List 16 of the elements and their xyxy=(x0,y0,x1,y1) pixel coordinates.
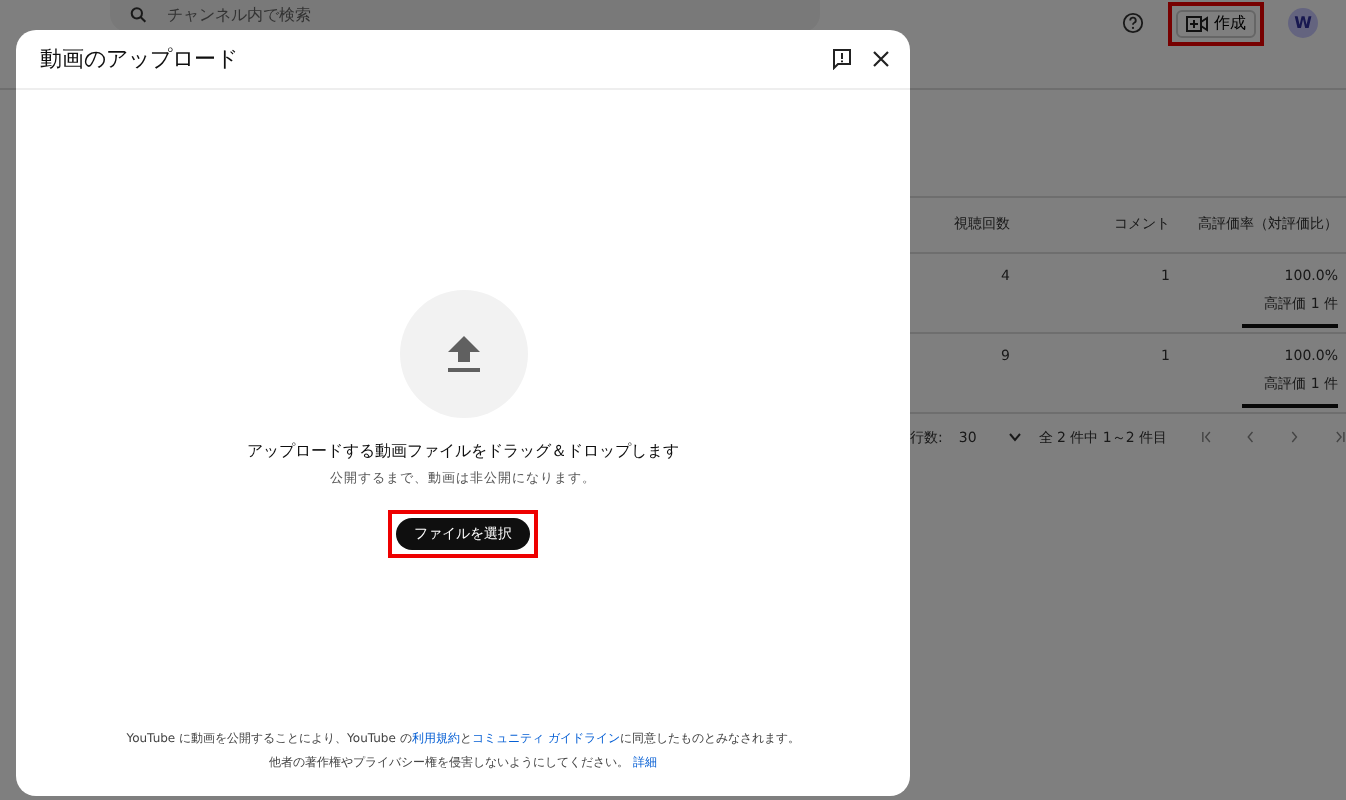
previous-page-icon[interactable] xyxy=(1243,428,1257,447)
feedback-icon[interactable] xyxy=(832,48,852,70)
create-button[interactable]: 作成 xyxy=(1176,10,1256,38)
last-page-icon[interactable] xyxy=(1333,428,1346,447)
dialog-title: 動画のアップロード xyxy=(40,45,238,73)
chevron-down-icon xyxy=(1008,432,1023,443)
search-input[interactable]: チャンネル内で検索 xyxy=(163,1,800,29)
close-icon[interactable] xyxy=(872,50,890,68)
next-page-icon[interactable] xyxy=(1288,428,1302,447)
first-page-icon[interactable] xyxy=(1199,428,1212,447)
search-icon xyxy=(130,6,148,24)
upload-prompt: アップロードする動画ファイルをドラッグ＆ドロップします xyxy=(247,440,679,464)
help-icon[interactable] xyxy=(1122,12,1144,35)
search-field[interactable]: チャンネル内で検索 xyxy=(110,0,820,32)
video-plus-icon xyxy=(1186,15,1208,32)
avatar[interactable]: W xyxy=(1288,8,1318,39)
